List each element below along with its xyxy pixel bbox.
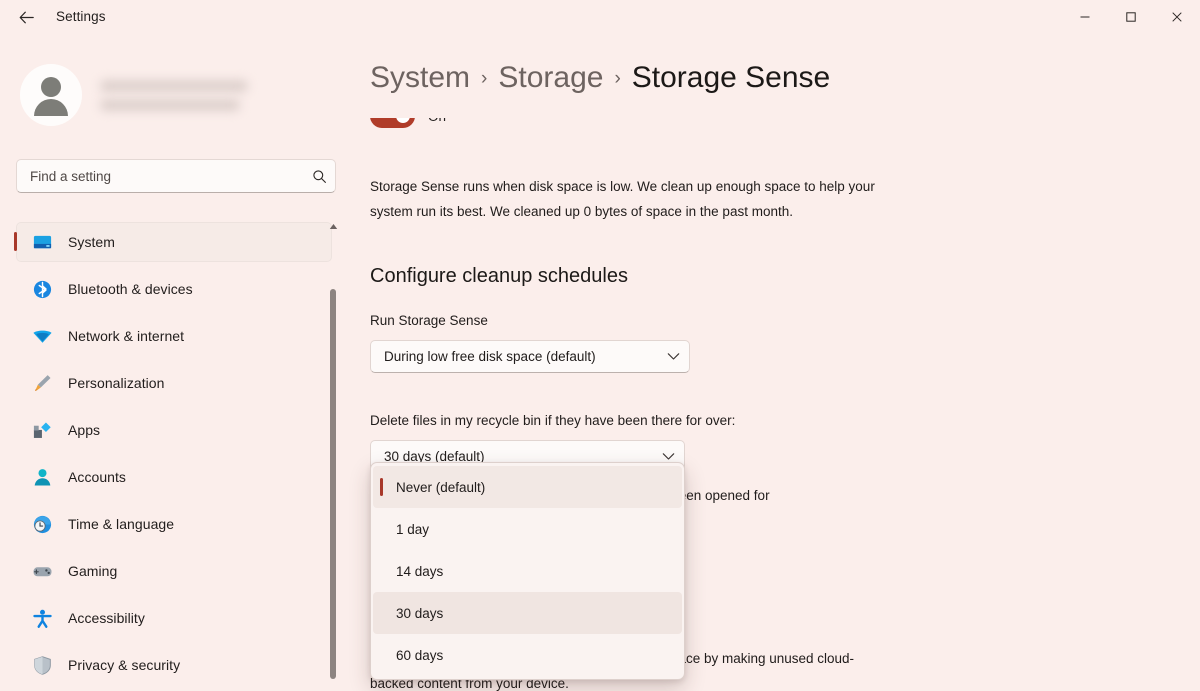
recycle-bin-dropdown-flyout[interactable]: Never (default) 1 day 14 days 30 days 60 day…: [370, 462, 685, 680]
window-title: Settings: [56, 9, 106, 24]
sidebar-item-label: System: [68, 234, 115, 250]
recycle-bin-label: Delete files in my recycle bin if they h…: [370, 413, 736, 428]
sidebar-item-apps[interactable]: Apps: [16, 410, 332, 450]
sidebar-item-privacy-security[interactable]: Privacy & security: [16, 645, 332, 685]
storage-sense-toggle-label: On: [428, 118, 446, 124]
gamepad-icon: [16, 561, 68, 582]
sidebar-item-label: Gaming: [68, 563, 118, 579]
clock-globe-icon: [33, 515, 51, 533]
chevron-down-icon: [657, 352, 689, 361]
apps-icon: [33, 421, 51, 438]
sidebar-item-label: Bluetooth & devices: [68, 281, 193, 297]
sidebar-item-label: Time & language: [68, 516, 175, 532]
sidebar-item-bluetooth-devices[interactable]: Bluetooth & devices: [16, 269, 332, 309]
settings-content: On Storage Sense runs when disk space is…: [348, 118, 1200, 691]
dropdown-option[interactable]: Never (default): [373, 466, 682, 508]
search-box[interactable]: [16, 159, 336, 193]
close-icon: [1172, 11, 1182, 22]
system-monitor-icon: [33, 235, 51, 248]
sidebar-item-personalization[interactable]: Personalization: [16, 363, 332, 403]
window-controls: [1062, 0, 1200, 33]
search-icon: [303, 169, 335, 184]
breadcrumb-item-system[interactable]: System: [370, 61, 470, 95]
accessibility-person-icon: [32, 609, 52, 628]
maximize-button[interactable]: [1108, 0, 1154, 33]
run-storage-sense-value: During low free disk space (default): [384, 349, 596, 364]
wifi-icon: [16, 326, 68, 347]
dropdown-option[interactable]: 1 day: [373, 508, 682, 550]
storage-sense-toggle[interactable]: [370, 118, 415, 128]
sidebar-item-network-internet[interactable]: Network & internet: [16, 316, 332, 356]
gamepad-icon: [33, 566, 51, 576]
dropdown-option[interactable]: 14 days: [373, 550, 682, 592]
sidebar-item-accounts[interactable]: Accounts: [16, 457, 332, 497]
sidebar-item-label: Privacy & security: [68, 657, 181, 673]
paintbrush-icon: [16, 373, 68, 394]
sidebar: System Bluetooth & devices Network & inter…: [0, 33, 348, 691]
sidebar-item-gaming[interactable]: Gaming: [16, 551, 332, 591]
chevron-up-icon: [329, 223, 337, 229]
main-pane: System › Storage › Storage Sense On Storage …: [348, 33, 1200, 691]
storage-sense-description: Storage Sense runs when disk space is lo…: [370, 179, 875, 219]
storage-sense-toggle-row: On: [370, 118, 446, 128]
minimize-icon: [1080, 16, 1090, 17]
sidebar-scroll-track[interactable]: [326, 234, 340, 691]
sidebar-scrollbar[interactable]: [326, 218, 340, 691]
system-monitor-icon: [16, 232, 68, 253]
maximize-icon: [1126, 11, 1136, 22]
accounts-person-icon: [16, 467, 68, 488]
apps-icon: [16, 420, 68, 441]
shield-icon: [33, 655, 51, 675]
sidebar-item-label: Network & internet: [68, 328, 185, 344]
settings-window: Settings Find a setting System Bluetooth…: [0, 0, 1200, 691]
avatar: [16, 60, 86, 130]
profile-name-redacted: [100, 79, 248, 111]
shield-icon: [16, 655, 68, 676]
close-button[interactable]: [1154, 0, 1200, 33]
chevron-down-icon: [652, 452, 684, 461]
sidebar-nav-list: System Bluetooth & devices Network & inter…: [0, 222, 348, 691]
sidebar-scroll-thumb[interactable]: [330, 289, 336, 679]
sidebar-item-label: Accessibility: [68, 610, 145, 626]
dropdown-option[interactable]: 30 days: [373, 592, 682, 634]
sidebar-item-accessibility[interactable]: Accessibility: [16, 598, 332, 638]
breadcrumb: System › Storage › Storage Sense: [370, 61, 830, 95]
run-storage-sense-label: Run Storage Sense: [370, 313, 488, 328]
accessibility-person-icon: [16, 608, 68, 629]
breadcrumb-item-storage-sense: Storage Sense: [631, 61, 831, 94]
breadcrumb-separator: ›: [614, 68, 621, 89]
sidebar-scroll-up-button[interactable]: [329, 218, 338, 234]
section-heading-configure-cleanup: Configure cleanup schedules: [370, 265, 628, 287]
sidebar-item-label: Personalization: [68, 375, 165, 391]
run-storage-sense-dropdown[interactable]: During low free disk space (default): [370, 340, 690, 373]
breadcrumb-item-storage[interactable]: Storage: [498, 61, 603, 95]
sidebar-item-system[interactable]: System: [14, 222, 332, 262]
paintbrush-icon: [34, 374, 51, 391]
breadcrumb-separator: ›: [481, 68, 488, 89]
back-arrow-icon: [19, 11, 34, 23]
search-input[interactable]: [17, 168, 303, 184]
back-button[interactable]: [11, 4, 41, 30]
title-bar: Settings: [0, 0, 1200, 33]
sidebar-item-time-language[interactable]: Time & language: [16, 504, 332, 544]
minimize-button[interactable]: [1062, 0, 1108, 33]
bluetooth-icon: [33, 280, 51, 298]
wifi-icon: [32, 330, 52, 343]
bluetooth-icon: [16, 279, 68, 300]
profile-account[interactable]: [16, 60, 316, 130]
sidebar-item-label: Apps: [68, 422, 101, 438]
accounts-person-icon: [34, 468, 50, 486]
clock-globe-icon: [16, 514, 68, 535]
dropdown-option[interactable]: 60 days: [373, 634, 682, 676]
sidebar-item-label: Accounts: [68, 469, 126, 485]
